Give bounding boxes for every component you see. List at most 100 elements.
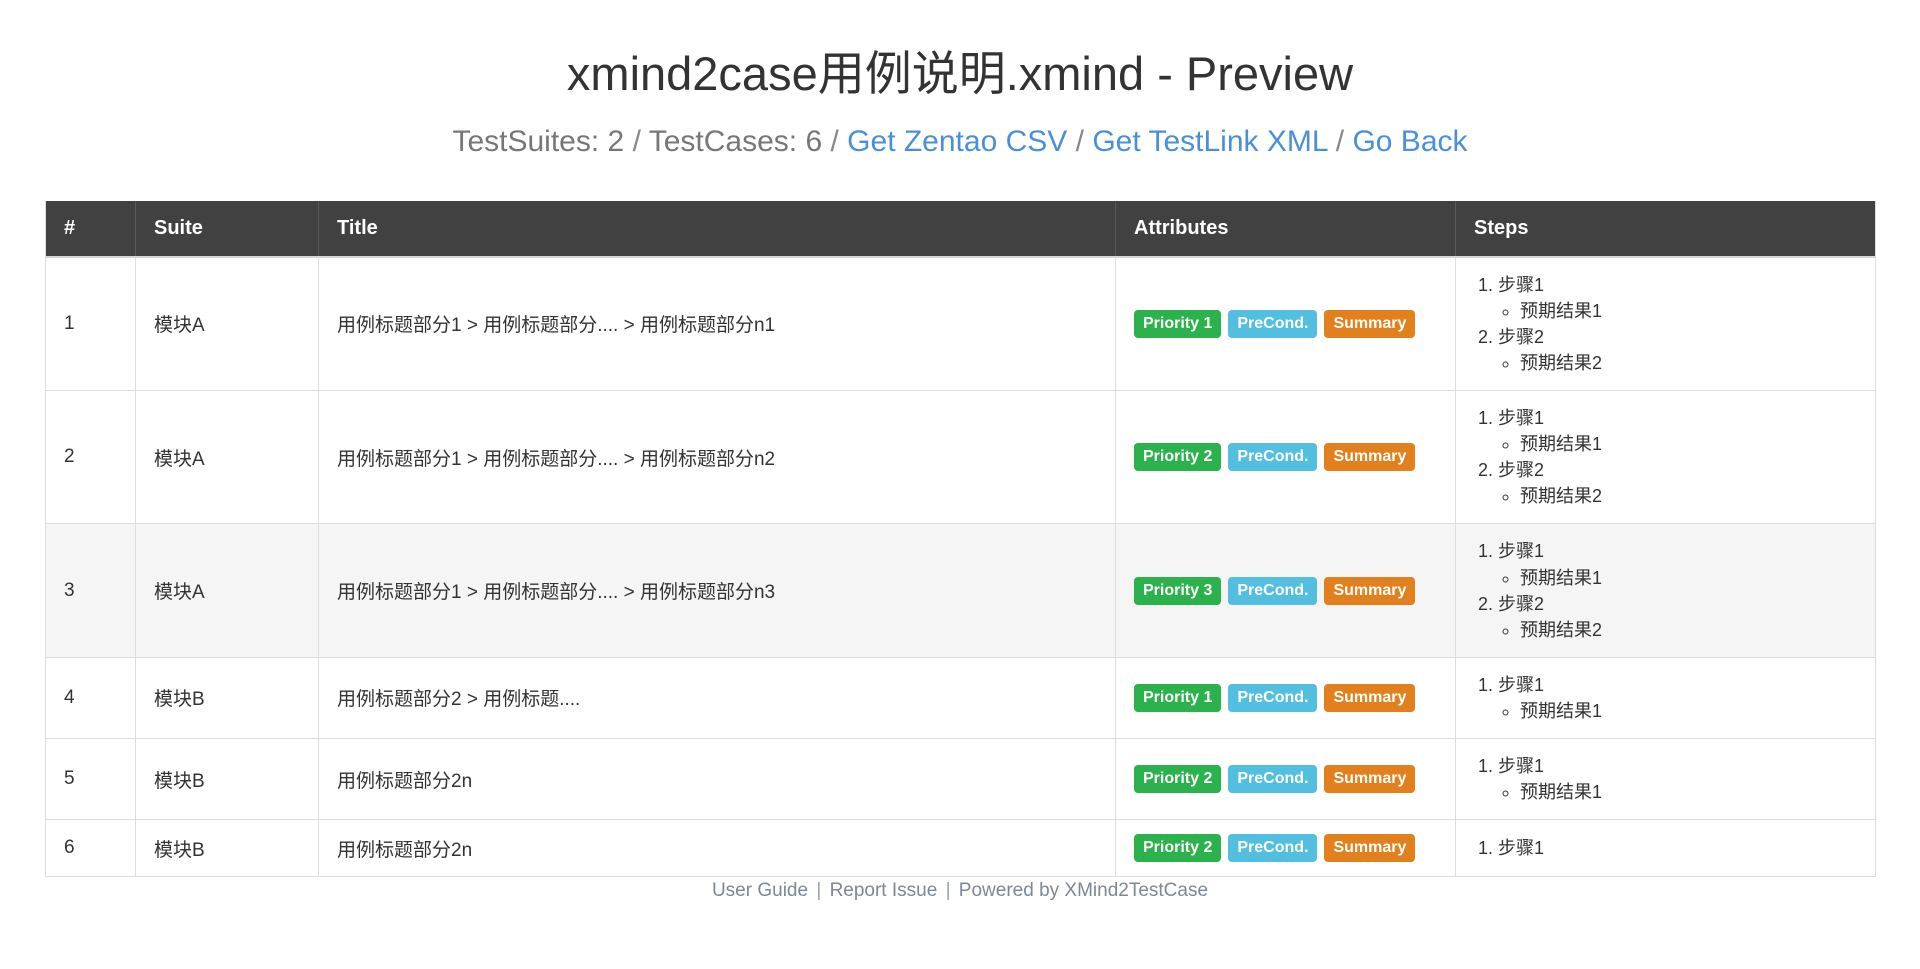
step-item: 步骤1 预期结果1 [1498, 272, 1857, 324]
column-header-steps: Steps [1455, 200, 1876, 258]
cell-suite: 模块B [135, 737, 319, 820]
expected-result-list: 预期结果1 [1498, 779, 1857, 805]
cell-index: 6 [45, 819, 136, 878]
expected-result-item: 预期结果2 [1520, 483, 1857, 509]
cell-title: 用例标题部分2 > 用例标题.... [318, 656, 1116, 739]
cell-steps: 步骤1预期结果1 步骤2预期结果2 [1455, 390, 1876, 524]
get-zentao-csv-link[interactable]: Get Zentao CSV [847, 125, 1067, 158]
priority-badge[interactable]: Priority 2 [1134, 765, 1222, 794]
table-row[interactable]: 3 模块A 用例标题部分1 > 用例标题部分.... > 用例标题部分n3 Prior… [45, 523, 1876, 658]
subtitle-separator-3: / [1075, 124, 1084, 158]
steps-list: 步骤1 预期结果1 [1474, 672, 1857, 724]
precondition-badge[interactable]: PreCond. [1228, 443, 1318, 472]
column-header-index: # [45, 200, 136, 258]
cell-index: 3 [45, 523, 136, 658]
summary-badge[interactable]: Summary [1324, 834, 1416, 863]
attribute-badge-group: Priority 1 PreCond. Summary [1134, 309, 1437, 338]
attribute-badge-group: Priority 2 PreCond. Summary [1134, 834, 1437, 863]
expected-result-item: 预期结果1 [1520, 431, 1857, 457]
subtitle-separator-4: / [1335, 124, 1345, 158]
cell-steps: 步骤1预期结果1步骤2 预期结果2 [1455, 256, 1876, 391]
summary-badge[interactable]: Summary [1324, 443, 1416, 472]
column-header-attributes: Attributes [1115, 200, 1456, 258]
cell-attributes: Priority 1 PreCond. Summary [1115, 256, 1456, 391]
attribute-badge-group: Priority 3 PreCond. Summary [1134, 576, 1437, 605]
testcases-label: TestCases: [648, 124, 798, 158]
summary-badge[interactable]: Summary [1324, 576, 1416, 605]
step-action: 步骤1 [1498, 674, 1545, 695]
precondition-badge[interactable]: PreCond. [1228, 683, 1318, 712]
precondition-badge[interactable]: PreCond. [1228, 765, 1318, 794]
subtitle-separator-1: / [632, 124, 641, 158]
cell-suite: 模块B [135, 819, 319, 878]
cell-index: 1 [45, 256, 136, 391]
cell-title: 用例标题部分2n [318, 737, 1116, 820]
cell-title: 用例标题部分2n [318, 819, 1116, 878]
step-action: 步骤2 [1498, 593, 1545, 614]
get-testlink-xml-link[interactable]: Get TestLink XML [1092, 125, 1327, 158]
expected-result-list: 预期结果2 [1498, 617, 1857, 643]
table-header-row: # Suite Title Attributes Steps [45, 200, 1876, 258]
cell-attributes: Priority 2 PreCond. Summary [1115, 819, 1456, 878]
summary-badge[interactable]: Summary [1324, 309, 1416, 338]
precondition-badge[interactable]: PreCond. [1228, 576, 1318, 605]
expected-result-item: 预期结果1 [1520, 779, 1857, 805]
table-row[interactable]: 1 模块A 用例标题部分1 > 用例标题部分.... > 用例标题部分n1 Prior… [45, 256, 1876, 391]
table-body: 1 模块A 用例标题部分1 > 用例标题部分.... > 用例标题部分n1 Prior… [45, 256, 1876, 878]
subtitle-separator-2: / [830, 124, 839, 158]
table-row[interactable]: 5模块B用例标题部分2n Priority 2PreCond.Summary 步骤1… [45, 737, 1876, 820]
priority-badge[interactable]: Priority 3 [1134, 576, 1222, 605]
expected-result-list: 预期结果1 [1498, 698, 1857, 724]
steps-list: 步骤1 预期结果1 [1474, 753, 1857, 805]
table-row[interactable]: 2 模块A 用例标题部分1 > 用例标题部分.... > 用例标题部分n2 Prior… [45, 390, 1876, 524]
step-item: 步骤1 预期结果1 [1498, 753, 1857, 805]
step-action: 步骤2 [1498, 326, 1545, 347]
testcase-table-wrapper: # Suite Title Attributes Steps 1 模块A 用例标题部… [45, 160, 1876, 878]
user-guide-link[interactable]: User Guide [712, 880, 808, 901]
cell-attributes: Priority 2 PreCond. Summary [1115, 737, 1456, 820]
expected-result-item: 预期结果2 [1520, 350, 1857, 376]
cell-attributes: Priority 1 PreCond. Summary [1115, 656, 1456, 739]
cell-suite: 模块A [135, 256, 319, 391]
cell-index: 2 [45, 390, 136, 524]
report-issue-link[interactable]: Report Issue [830, 880, 938, 901]
priority-badge[interactable]: Priority 1 [1134, 309, 1222, 338]
summary-badge[interactable]: Summary [1324, 683, 1416, 712]
page-title: xmind2case用例说明.xmind - Preview [566, 47, 1354, 100]
footer-separator-1: | [816, 880, 822, 901]
powered-by-text: Powered by XMind2TestCase [958, 880, 1209, 901]
step-action: 步骤1 [1498, 408, 1545, 429]
summary-badge[interactable]: Summary [1324, 765, 1416, 794]
step-item: 步骤1 预期结果1 [1498, 672, 1857, 724]
step-action: 步骤1 [1498, 541, 1545, 562]
cell-suite: 模块A [135, 390, 319, 524]
go-back-link[interactable]: Go Back [1352, 125, 1467, 158]
cell-title: 用例标题部分1 > 用例标题部分.... > 用例标题部分n1 [318, 256, 1116, 391]
cell-attributes: Priority 3 PreCond. Summary [1115, 523, 1456, 658]
expected-result-item: 预期结果1 [1520, 698, 1857, 724]
expected-result-list: 预期结果2 [1498, 350, 1857, 376]
step-action: 步骤2 [1498, 460, 1545, 481]
priority-badge[interactable]: Priority 1 [1134, 683, 1222, 712]
priority-badge[interactable]: Priority 2 [1134, 443, 1222, 472]
cell-steps: 步骤1预期结果1步骤2预期结果2 [1455, 523, 1876, 658]
table-header: # Suite Title Attributes Steps [45, 200, 1876, 258]
priority-badge[interactable]: Priority 2 [1134, 834, 1222, 863]
cell-title: 用例标题部分1 > 用例标题部分.... > 用例标题部分n3 [318, 523, 1116, 658]
steps-list: 步骤1 预期结果1步骤2 预期结果2 [1474, 538, 1857, 642]
precondition-badge[interactable]: PreCond. [1228, 309, 1318, 338]
footer: User Guide | Report Issue | Powered by X… [0, 880, 1920, 902]
column-header-suite: Suite [135, 200, 319, 258]
step-action: 步骤1 [1498, 756, 1545, 776]
cell-suite: 模块A [135, 523, 319, 658]
table-row[interactable]: 6模块B用例标题部分2n Priority 2PreCond.Summary 步骤1 [45, 819, 1876, 878]
attribute-badge-group: Priority 2 PreCond. Summary [1134, 765, 1437, 794]
expected-result-list: 预期结果1 [1498, 431, 1857, 457]
step-action: 步骤1 [1498, 838, 1545, 859]
cell-index: 5 [45, 737, 136, 820]
cell-suite: 模块B [135, 656, 319, 739]
precondition-badge[interactable]: PreCond. [1228, 834, 1318, 863]
testcase-table: # Suite Title Attributes Steps 1 模块A 用例标题部… [45, 200, 1876, 878]
step-item: 步骤1 [1498, 835, 1857, 861]
table-row[interactable]: 4 模块B 用例标题部分2 > 用例标题.... Priority 1 PreCond.… [45, 656, 1876, 739]
